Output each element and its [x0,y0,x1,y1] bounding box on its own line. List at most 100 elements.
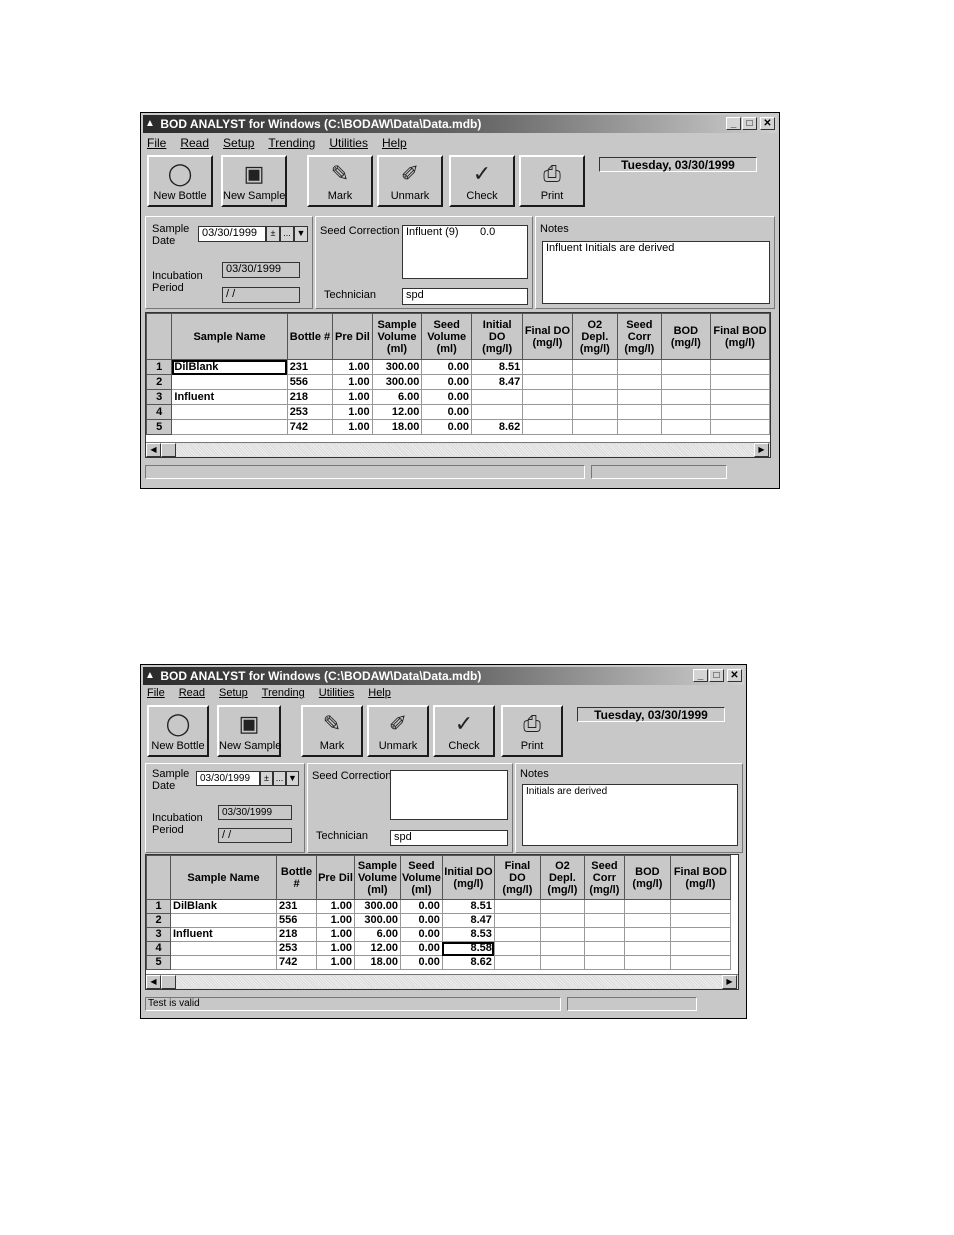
menu-utilities[interactable]: Utilities [329,135,368,151]
technician-input[interactable]: spd [390,830,508,846]
bottle-cell[interactable]: 556 [276,913,317,928]
table-row[interactable]: 4 253 1.00 12.00 0.00 [146,404,770,420]
value-cell[interactable] [493,913,541,928]
bottle-cell[interactable]: 556 [286,374,334,390]
value-cell[interactable] [660,374,711,390]
date-dropdown-button[interactable]: ▼ [286,771,299,786]
value-cell[interactable] [709,404,770,420]
sample-name-cell[interactable] [171,419,288,435]
value-cell[interactable] [522,419,573,435]
notes-textarea[interactable]: Influent Initials are derived [542,241,770,304]
notes-textarea[interactable]: Initials are derived [522,784,738,846]
check-button[interactable]: ✓ Check [449,155,515,207]
sample-name-cell[interactable] [171,404,288,420]
menu-read[interactable]: Read [180,135,209,151]
value-cell[interactable] [617,374,662,390]
value-cell[interactable]: 0.00 [421,374,473,390]
sample-name-cell[interactable]: DilBlank [171,359,288,375]
value-cell[interactable] [583,927,625,942]
column-header[interactable]: Seed Corr (mg/l) [583,855,625,900]
row-number[interactable]: 1 [146,359,173,375]
date-browse-button[interactable]: ... [273,771,286,786]
value-cell[interactable]: 0.00 [400,941,443,956]
value-cell[interactable] [669,927,731,942]
table-row[interactable]: 5 742 1.00 18.00 0.00 8.62 [146,419,770,435]
value-cell[interactable] [617,404,662,420]
scroll-thumb[interactable] [161,443,176,457]
sample-name-cell[interactable] [170,941,277,956]
scroll-thumb[interactable] [161,975,176,989]
value-cell[interactable]: 8.62 [441,955,495,970]
value-cell[interactable] [623,941,671,956]
column-header[interactable]: Final DO (mg/l) [493,855,541,900]
table-row[interactable]: 3 Influent 218 1.00 6.00 0.00 8.53 [146,927,731,942]
value-cell[interactable]: 8.53 [441,927,495,942]
check-button[interactable]: ✓ Check [433,705,495,757]
value-cell[interactable]: 0.00 [421,389,473,405]
scroll-right-arrow-icon[interactable]: ▶ [722,975,737,989]
menu-file[interactable]: File [147,135,166,151]
value-cell[interactable]: 1.00 [332,389,373,405]
value-cell[interactable]: 0.00 [400,913,443,928]
row-number[interactable]: 4 [146,941,171,956]
value-cell[interactable]: 300.00 [354,913,401,928]
mark-button[interactable]: ✎ Mark [301,705,363,757]
value-cell[interactable]: 8.47 [471,374,524,390]
menu-utilities[interactable]: Utilities [319,685,354,701]
value-cell[interactable] [660,419,711,435]
value-cell[interactable] [522,359,573,375]
row-number[interactable]: 3 [146,927,171,942]
row-number[interactable]: 2 [146,374,173,390]
bottle-cell[interactable]: 742 [276,955,317,970]
close-button[interactable]: ✕ [727,669,742,682]
value-cell[interactable]: 6.00 [354,927,401,942]
value-cell[interactable] [571,419,619,435]
value-cell[interactable] [522,389,573,405]
column-header[interactable]: Seed Volume (ml) [400,855,443,900]
table-row[interactable]: 4 253 1.00 12.00 0.00 8.58 [146,941,731,956]
value-cell[interactable]: 8.47 [441,913,495,928]
value-cell[interactable]: 8.58 [441,941,495,956]
value-cell[interactable] [522,404,573,420]
column-header[interactable]: Pre Dil [332,313,373,360]
value-cell[interactable] [623,927,671,942]
value-cell[interactable]: 1.00 [332,419,373,435]
value-cell[interactable] [471,404,524,420]
value-cell[interactable] [709,359,770,375]
value-cell[interactable] [571,389,619,405]
column-header[interactable]: Bottle # [286,313,334,360]
value-cell[interactable] [623,913,671,928]
row-number[interactable]: 3 [146,389,173,405]
value-cell[interactable] [617,419,662,435]
value-cell[interactable]: 300.00 [371,359,423,375]
value-cell[interactable]: 8.51 [441,899,495,914]
value-cell[interactable] [522,374,573,390]
table-row[interactable]: 3 Influent 218 1.00 6.00 0.00 [146,389,770,405]
menu-setup[interactable]: Setup [223,135,254,151]
value-cell[interactable]: 18.00 [354,955,401,970]
bottle-cell[interactable]: 253 [276,941,317,956]
value-cell[interactable] [571,359,619,375]
menu-help[interactable]: Help [368,685,391,701]
value-cell[interactable]: 1.00 [316,927,355,942]
value-cell[interactable] [660,389,711,405]
value-cell[interactable] [660,404,711,420]
value-cell[interactable]: 1.00 [316,955,355,970]
value-cell[interactable]: 1.00 [332,374,373,390]
sample-date-input[interactable]: 03/30/1999 [198,226,266,242]
value-cell[interactable]: 1.00 [316,941,355,956]
column-header[interactable]: Initial DO (mg/l) [471,313,524,360]
scroll-track[interactable] [176,444,754,456]
bottle-cell[interactable]: 218 [286,389,334,405]
row-number[interactable]: 2 [146,913,171,928]
value-cell[interactable]: 300.00 [371,374,423,390]
samples-grid[interactable]: Sample Name Bottle # Pre Dil Sample Volume … [145,312,771,458]
bottle-cell[interactable]: 231 [286,359,334,375]
bottle-cell[interactable]: 742 [286,419,334,435]
value-cell[interactable]: 12.00 [371,404,423,420]
date-spin-button[interactable]: ± [266,226,280,242]
value-cell[interactable] [623,955,671,970]
value-cell[interactable] [623,899,671,914]
menu-help[interactable]: Help [382,135,407,151]
value-cell[interactable]: 8.51 [471,359,524,375]
